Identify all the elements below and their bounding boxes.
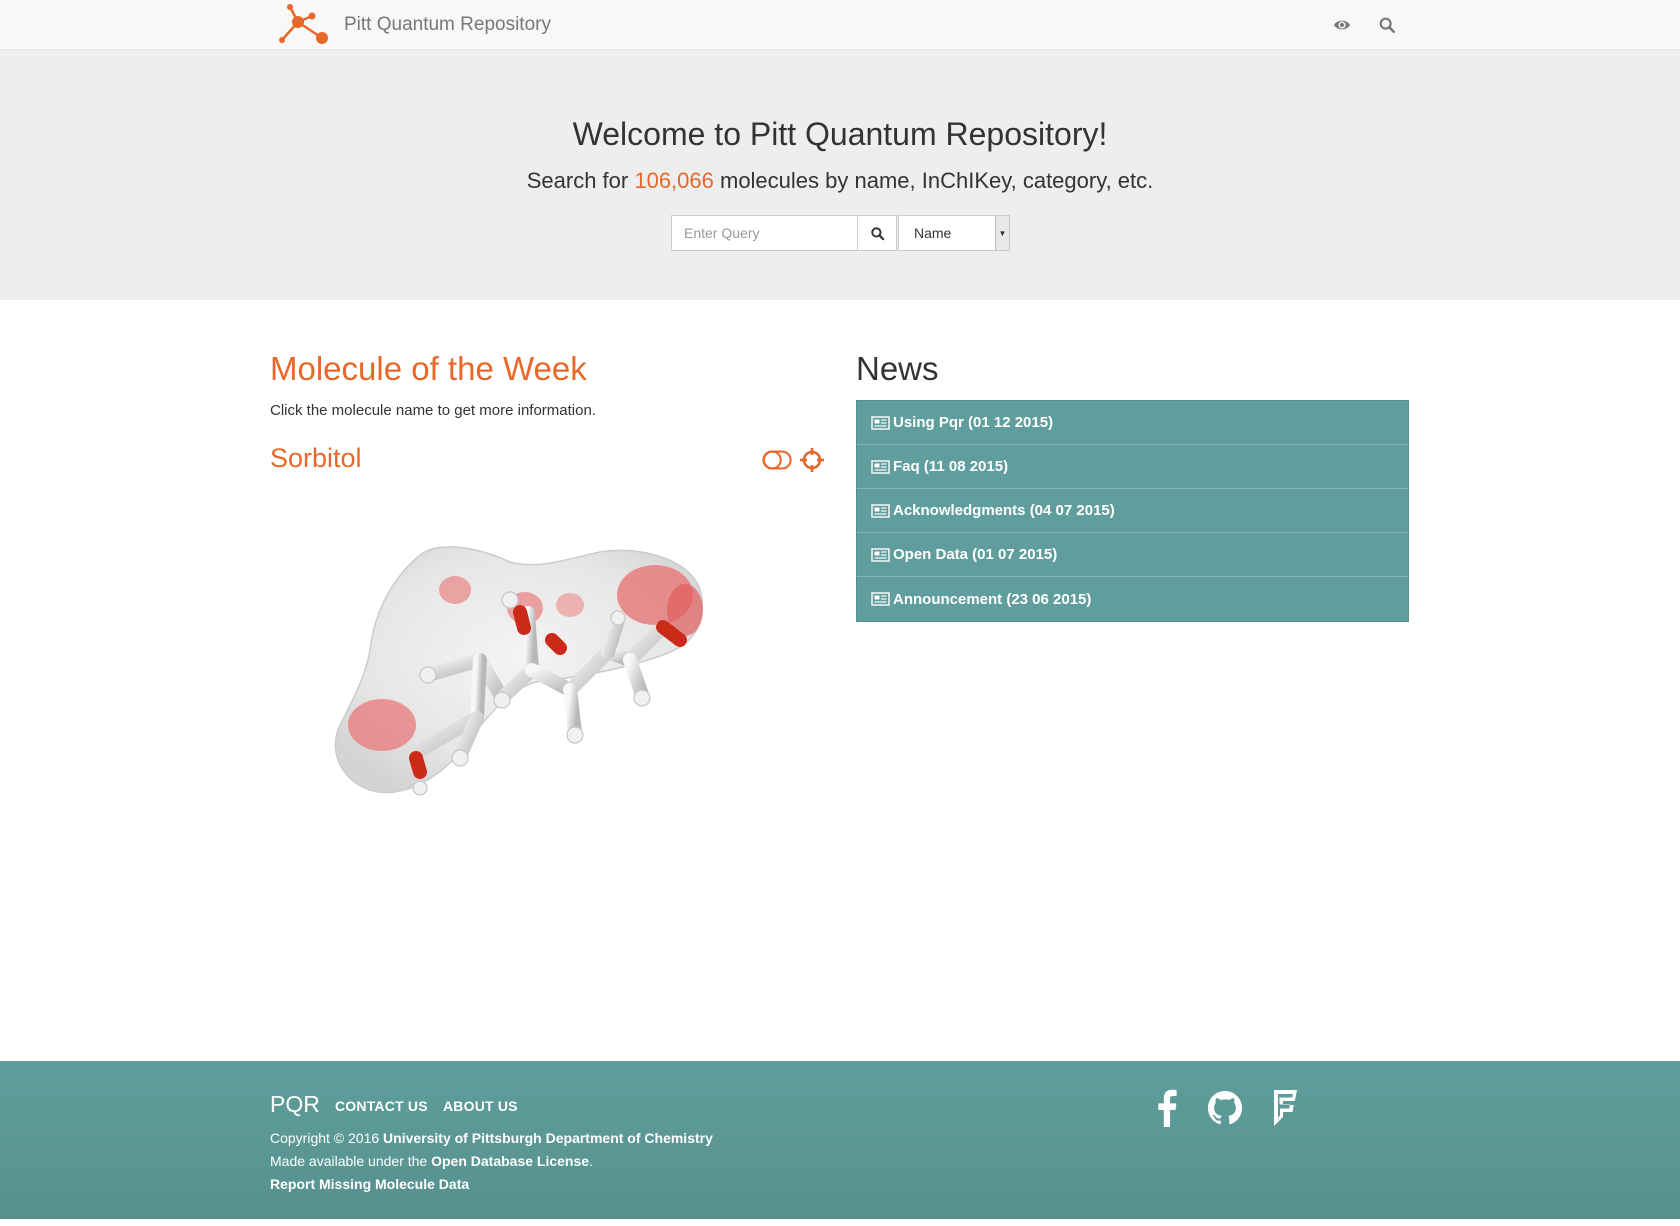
- hero-jumbotron: Welcome to Pitt Quantum Repository! Sear…: [0, 50, 1680, 300]
- molecule-3d-viewer[interactable]: [270, 500, 826, 870]
- report-line: Report Missing Molecule Data: [270, 1176, 469, 1192]
- news-item-acknowledgments[interactable]: Acknowledgments (04 07 2015): [857, 489, 1408, 533]
- toggle-surface-icon[interactable]: [762, 446, 792, 474]
- subtitle-suffix: molecules by name, InChIKey, category, e…: [713, 168, 1154, 193]
- copyright-line: Copyright © 2016 University of Pittsburg…: [270, 1130, 713, 1146]
- news-item-label: Acknowledgments (04 07 2015): [893, 502, 1115, 519]
- newspaper-icon: [871, 547, 890, 562]
- newspaper-icon: [871, 503, 890, 518]
- license-link[interactable]: Open Database License: [431, 1153, 589, 1169]
- news-item-using-pqr[interactable]: Using Pqr (01 12 2015): [857, 401, 1408, 445]
- chevron-down-icon: ▼: [995, 216, 1009, 250]
- newspaper-icon: [871, 592, 890, 606]
- news-item-label: Using Pqr (01 12 2015): [893, 414, 1054, 431]
- copyright-prefix: Copyright © 2016: [270, 1130, 384, 1146]
- hero-subtitle: Search for 106,066 molecules by name, In…: [0, 168, 1680, 194]
- search-type-value: Name: [914, 225, 952, 241]
- search-input[interactable]: [671, 215, 857, 251]
- pqr-logo-icon: [279, 4, 328, 44]
- github-icon[interactable]: [1202, 1084, 1248, 1132]
- site-footer: PQR Contact Us About Us Copyright © 2016…: [0, 1061, 1680, 1219]
- footer-brand[interactable]: PQR: [270, 1091, 320, 1118]
- news-heading: News: [856, 350, 939, 387]
- news-item-label: Open Data (01 07 2015): [893, 546, 1058, 563]
- university-link[interactable]: University of Pittsburgh Department of C…: [383, 1130, 713, 1146]
- license-prefix: Made available under the: [270, 1153, 432, 1169]
- search-icon[interactable]: [1374, 12, 1400, 38]
- molecule-name-link[interactable]: Sorbitol: [270, 443, 362, 474]
- license-line: Made available under the Open Database L…: [270, 1153, 593, 1169]
- page-title: Welcome to Pitt Quantum Repository!: [572, 116, 1108, 152]
- facebook-icon[interactable]: [1144, 1084, 1190, 1132]
- news-item-label: Faq (11 08 2015): [893, 458, 1009, 475]
- news-item-announcement[interactable]: Announcement (23 06 2015): [857, 577, 1408, 621]
- search-type-select[interactable]: Name ▼: [898, 215, 1010, 251]
- newspaper-icon: [871, 459, 890, 474]
- brand-title: Pitt Quantum Repository: [344, 14, 551, 35]
- motw-heading: Molecule of the Week: [270, 350, 587, 387]
- license-suffix: .: [589, 1153, 593, 1169]
- report-missing-data-link[interactable]: Report Missing Molecule Data: [270, 1176, 469, 1192]
- center-view-icon[interactable]: [797, 446, 827, 474]
- newspaper-icon: [871, 415, 890, 430]
- news-item-open-data[interactable]: Open Data (01 07 2015): [857, 533, 1408, 577]
- news-item-faq[interactable]: Faq (11 08 2015): [857, 445, 1408, 489]
- subtitle-prefix: Search for: [526, 168, 635, 193]
- search-submit-button[interactable]: [857, 215, 897, 251]
- brand-link[interactable]: Pitt Quantum Repository: [272, 0, 551, 50]
- search-form: Name ▼: [671, 215, 1010, 251]
- eye-icon[interactable]: [1329, 12, 1355, 38]
- news-item-label: Announcement (23 06 2015): [893, 590, 1092, 608]
- top-navbar: Pitt Quantum Repository: [0, 0, 1680, 50]
- search-icon: [870, 226, 884, 240]
- foursquare-icon[interactable]: [1262, 1084, 1308, 1132]
- news-list: Using Pqr (01 12 2015) Faq (11 08 2015) …: [856, 400, 1409, 622]
- motw-description: Click the molecule name to get more info…: [270, 402, 596, 419]
- contact-us-link[interactable]: Contact Us: [335, 1098, 428, 1114]
- about-us-link[interactable]: About Us: [443, 1098, 518, 1114]
- molecule-count: 106,066: [634, 168, 714, 193]
